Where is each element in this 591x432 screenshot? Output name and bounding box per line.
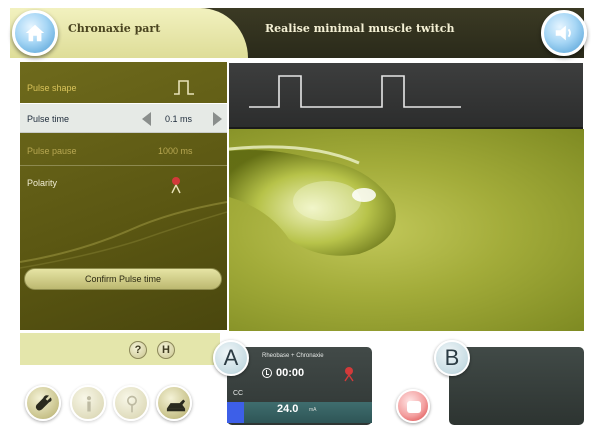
increase-arrow-icon[interactable] — [213, 112, 222, 126]
page-title: Realise minimal muscle twitch — [265, 22, 455, 35]
electrode-polarity-icon — [171, 177, 181, 194]
pulse-shape-label: Pulse shape — [27, 83, 77, 93]
pulse-shape-row[interactable]: Pulse shape — [20, 73, 227, 103]
pulse-waveform — [249, 75, 461, 108]
pulse-time-value: 0.1 ms — [165, 114, 193, 124]
save-icon[interactable]: H — [157, 341, 175, 359]
channel-a-intensity-fill — [227, 402, 245, 423]
channel-a-mode: Rheobase + Chronaxie — [262, 353, 324, 359]
stimulator-device-icon — [166, 399, 186, 412]
water-drop-image — [229, 129, 584, 331]
channel-a-timer: 00:00 — [276, 367, 305, 379]
decrease-arrow-icon[interactable] — [142, 112, 151, 126]
channel-a-badge: A — [213, 340, 249, 376]
pulse-time-label: Pulse time — [27, 114, 70, 124]
electrode-pad-icon — [127, 395, 137, 413]
channel-a-intensity: 24.0 — [277, 403, 299, 415]
channel-b-badge: B — [434, 340, 470, 376]
home-icon — [25, 24, 45, 42]
pulse-pause-row[interactable]: Pulse pause 1000 ms — [20, 136, 227, 166]
speaker-icon — [555, 25, 571, 41]
channel-a-current-type: CC — [233, 390, 244, 397]
help-strip — [20, 333, 220, 365]
channel-a-electrode-icon — [344, 367, 354, 382]
channel-a-unit: mA — [309, 407, 317, 413]
pulse-pause-value: 1000 ms — [158, 146, 193, 156]
rectangular-pulse-icon — [174, 80, 194, 95]
tab-label: Chronaxie part — [68, 22, 161, 35]
device-button[interactable] — [156, 385, 192, 421]
electrode-button[interactable] — [113, 385, 149, 421]
confirm-pulse-time-button[interactable]: Confirm Pulse time — [24, 268, 222, 290]
settings-wrench-button[interactable] — [25, 385, 61, 421]
sound-button[interactable] — [541, 10, 587, 56]
polarity-label: Polarity — [27, 178, 58, 188]
info-button[interactable] — [70, 385, 106, 421]
stop-button[interactable] — [396, 389, 430, 423]
decorative-swirl — [20, 201, 227, 269]
clock-icon — [262, 368, 272, 378]
channel-a-intensity-bar[interactable] — [227, 402, 372, 423]
wrench-icon — [35, 395, 52, 411]
help-icon[interactable]: ? — [129, 341, 147, 359]
stop-icon — [407, 401, 421, 413]
pulse-pause-label: Pulse pause — [27, 146, 77, 156]
water-drop-illustration — [229, 145, 396, 256]
info-icon — [86, 396, 92, 412]
home-button[interactable] — [12, 10, 58, 56]
waveform-display — [229, 63, 583, 129]
polarity-row[interactable]: Polarity — [20, 170, 227, 200]
pulse-time-row[interactable]: Pulse time 0.1 ms — [20, 103, 227, 133]
